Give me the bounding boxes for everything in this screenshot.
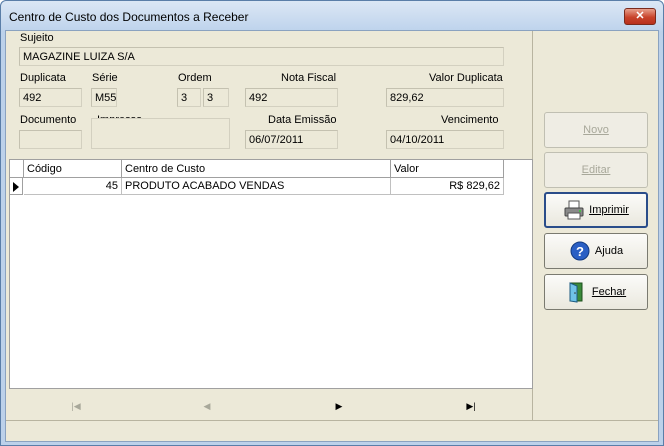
fechar-label: Fechar [591, 286, 627, 298]
action-panel: Novo Editar Imprimir ? Ajuda Fechar [534, 31, 658, 420]
grid-corner [10, 160, 24, 178]
last-record-button[interactable]: ▶| [459, 398, 483, 414]
novo-label: Novo [583, 124, 609, 136]
printer-icon [564, 200, 584, 220]
ordem-label: Ordem [178, 72, 212, 84]
cost-center-grid[interactable]: Código Centro de Custo Valor 45 PRODUTO … [9, 159, 533, 389]
first-icon: |◀ [71, 401, 81, 411]
ordem-field-2[interactable]: 3 [203, 88, 229, 107]
dialog-window: Centro de Custo dos Documentos a Receber… [0, 0, 664, 446]
status-bar [6, 420, 658, 441]
form-panel: Sujeito MAGAZINE LUIZA S/A Duplicata Sér… [6, 31, 533, 420]
valor-duplicata-label: Valor Duplicata [429, 72, 503, 84]
column-header-centro-de-custo[interactable]: Centro de Custo [122, 160, 391, 178]
editar-button[interactable]: Editar [544, 152, 648, 188]
window-title: Centro de Custo dos Documentos a Receber [9, 10, 249, 24]
duplicata-field[interactable]: 492 [19, 88, 82, 107]
nota-fiscal-label: Nota Fiscal [281, 72, 337, 84]
exit-door-icon [569, 282, 583, 303]
record-navigator: |◀ ◀ ▶ ▶| [9, 395, 533, 417]
title-bar[interactable]: Centro de Custo dos Documentos a Receber… [1, 1, 663, 31]
table-row[interactable]: 45 PRODUTO ACABADO VENDAS R$ 829,62 [10, 178, 532, 195]
novo-button[interactable]: Novo [544, 112, 648, 148]
serie-field[interactable]: M55 [91, 88, 117, 107]
fechar-button[interactable]: Fechar [544, 274, 648, 310]
valor-duplicata-field[interactable]: 829,62 [386, 88, 504, 107]
prior-icon: ◀ [203, 401, 211, 411]
last-icon: ▶| [466, 401, 476, 411]
dialog-client-area: Sujeito MAGAZINE LUIZA S/A Duplicata Sér… [5, 30, 659, 442]
nota-fiscal-field[interactable]: 492 [245, 88, 338, 107]
documento-label: Documento [20, 114, 77, 126]
editar-label: Editar [581, 164, 611, 176]
prior-record-button[interactable]: ◀ [195, 398, 219, 414]
current-row-arrow-icon [13, 182, 19, 192]
column-header-valor[interactable]: Valor [391, 160, 504, 178]
column-header-codigo[interactable]: Código [24, 160, 122, 178]
next-record-button[interactable]: ▶ [327, 398, 351, 414]
data-emissao-label: Data Emissão [268, 114, 337, 126]
documento-field[interactable] [19, 130, 82, 149]
sujeito-label: Sujeito [20, 32, 54, 44]
ajuda-label: Ajuda [594, 245, 624, 257]
close-icon: ✕ [635, 10, 645, 22]
imprimir-label: Imprimir [589, 204, 629, 216]
ajuda-button[interactable]: ? Ajuda [544, 233, 648, 269]
cell-valor[interactable]: R$ 829,62 [391, 178, 504, 195]
cell-centro-de-custo[interactable]: PRODUTO ACABADO VENDAS [122, 178, 391, 195]
vencimento-field[interactable]: 04/10/2011 [386, 130, 504, 149]
close-button[interactable]: ✕ [624, 8, 656, 25]
data-emissao-field[interactable]: 06/07/2011 [245, 130, 338, 149]
next-icon: ▶ [335, 401, 343, 411]
svg-text:?: ? [576, 244, 584, 259]
vencimento-label: Vencimento [441, 114, 499, 126]
help-icon: ? [570, 241, 590, 261]
row-indicator [10, 178, 23, 195]
first-record-button[interactable]: |◀ [64, 398, 88, 414]
ordem-field-1[interactable]: 3 [177, 88, 201, 107]
impressa-group [91, 118, 230, 149]
serie-label: Série [92, 72, 118, 84]
cell-codigo[interactable]: 45 [24, 178, 122, 195]
grid-header: Código Centro de Custo Valor [10, 160, 532, 178]
sujeito-field[interactable]: MAGAZINE LUIZA S/A [19, 47, 504, 66]
duplicata-label: Duplicata [20, 72, 66, 84]
imprimir-button[interactable]: Imprimir [544, 192, 648, 228]
